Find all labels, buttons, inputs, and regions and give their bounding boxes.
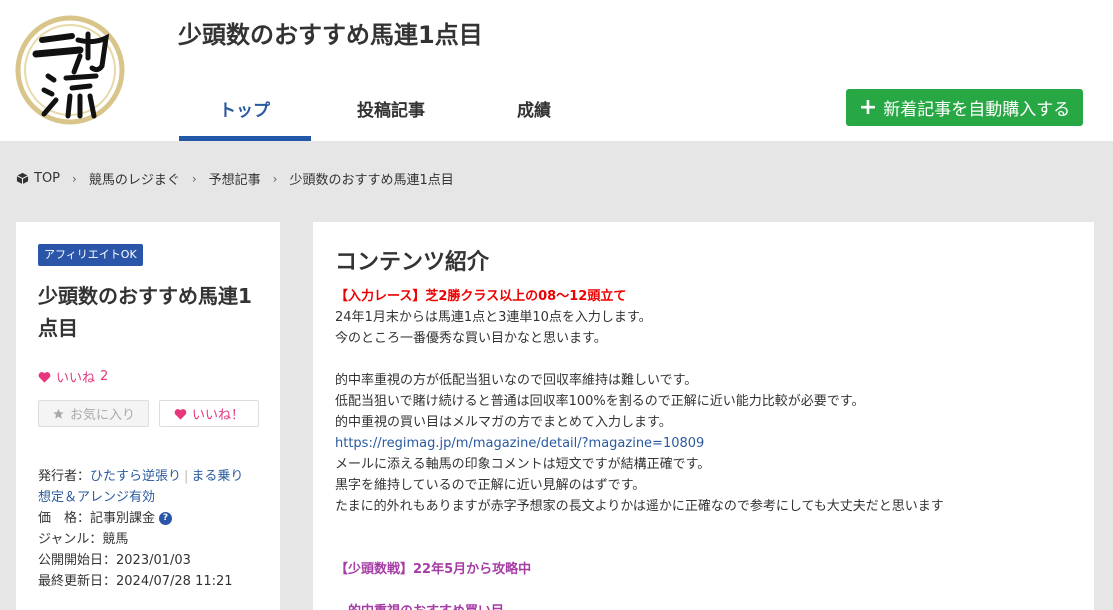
price-value: 記事別課金 [90, 511, 156, 526]
updated-date-row: 最終更新日：2024/07/28 11:21 [38, 571, 274, 592]
help-icon[interactable]: ? [159, 512, 173, 525]
magazine-title: 少頭数のおすすめ馬連1点目 [38, 284, 252, 340]
chevron-right-icon: › [272, 171, 278, 186]
content-line: 的中率重視の方が低配当狙いなので回収率維持は難しいです。 [335, 373, 698, 388]
content-line: 【少頭数戦】22年5月から攻略中 [335, 562, 532, 577]
content-line: 24年1月末からは馬連1点と3連単10点を入力します。 [335, 310, 652, 325]
updated-date-value: 2024/07/28 11:21 [116, 574, 233, 589]
breadcrumb-current: 少頭数のおすすめ馬連1点目 [289, 173, 454, 188]
likes-label: いいね [56, 371, 96, 386]
publisher-link[interactable]: まる乗り [191, 469, 243, 484]
content-panel: コンテンツ紹介 【入力レース】芝2勝クラス以上の08～12頭立て 24年1月末か… [313, 222, 1094, 610]
tab-top[interactable]: トップ [219, 96, 270, 121]
heart-icon [38, 371, 51, 383]
content-line: 的中重視の買い目はメルマガの方でまとめて入力します。 [335, 415, 672, 430]
price-label: 価 格： [38, 511, 91, 526]
publisher-row: 発行者：ひたすら逆張り | まる乗り [38, 466, 274, 487]
chevron-right-icon: › [191, 171, 197, 186]
magazine-meta: 発行者：ひたすら逆張り | まる乗り 想定＆アレンジ有効 価 格：記事別課金? ジャ… [38, 466, 274, 592]
content-line: ―的中重視のおすすめ買い目― [335, 601, 1075, 610]
publisher-link[interactable]: ひたすら逆張り [90, 469, 181, 484]
content-line: メールに添える軸馬の印象コメントは短文ですが結構正確です。 [335, 457, 711, 472]
start-date-row: 公開開始日：2023/01/03 [38, 550, 274, 571]
tab-results[interactable]: 成績 [517, 96, 551, 121]
breadcrumb-keiba[interactable]: 競馬のレジまぐ [89, 169, 180, 188]
active-tab-indicator [179, 136, 311, 141]
publisher-label: 発行者： [38, 469, 91, 484]
affiliate-badge: アフィリエイトOK [38, 244, 143, 266]
likes-count-row: いいね 2 [38, 367, 108, 386]
start-date-label: 公開開始日： [38, 553, 117, 568]
magazine-link[interactable]: https://regimag.jp/m/magazine/detail/?ma… [335, 433, 1075, 454]
publisher-row-cont: 想定＆アレンジ有効 [38, 487, 274, 508]
start-date-value: 2023/01/03 [116, 553, 191, 568]
content-line: 【入力レース】芝2勝クラス以上の08～12頭立て [335, 289, 627, 304]
favorite-button[interactable]: お気に入り [38, 400, 149, 427]
content-line: 黒字を維持しているので正解に近い見解のはずです。 [335, 478, 646, 493]
content-line: 今のところ一番優秀な買い目かなと思います。 [335, 331, 607, 346]
like-button[interactable]: いいね！ [159, 400, 259, 427]
content-body: 【入力レース】芝2勝クラス以上の08～12頭立て 24年1月末からは馬連1点と3… [335, 286, 1075, 610]
breadcrumb-top[interactable]: TOP [34, 171, 60, 186]
content-heading: コンテンツ紹介 [335, 250, 490, 275]
publisher-link[interactable]: 想定＆アレンジ有効 [38, 490, 155, 505]
genre-value: 競馬 [102, 532, 129, 547]
breadcrumb: TOP › 競馬のレジまぐ › 予想記事 › 少頭数のおすすめ馬連1点目 [16, 169, 454, 188]
favorite-label: お気に入り [69, 408, 135, 423]
genre-label: ジャンル： [38, 532, 103, 547]
sidebar: アフィリエイトOK 少頭数のおすすめ馬連1点目 いいね 2 お気に入り いいね！… [16, 222, 280, 610]
content-line: たまに的外れもありますが赤字予想家の長文よりかは遥かに正確なので参考にしても大丈… [335, 499, 944, 514]
brand-logo[interactable] [14, 10, 126, 130]
site-title: 少頭数のおすすめ馬連1点目 [178, 21, 483, 49]
like-label: いいね！ [191, 408, 244, 423]
divider: | [184, 469, 189, 484]
genre-row: ジャンル：競馬 [38, 529, 274, 550]
star-icon [53, 408, 64, 419]
updated-date-label: 最終更新日： [38, 574, 117, 589]
price-row: 価 格：記事別課金? [38, 508, 274, 529]
auto-purchase-label: 新着記事を自動購入する [883, 100, 1071, 120]
site-header: 少頭数のおすすめ馬連1点目 トップ 投稿記事 成績 + 新着記事を自動購入する [0, 0, 1113, 141]
plus-icon: + [858, 94, 878, 120]
cube-icon [16, 172, 29, 185]
tab-posts[interactable]: 投稿記事 [357, 96, 425, 121]
breadcrumb-predictions[interactable]: 予想記事 [209, 169, 261, 188]
content-line: 低配当狙いで賭け続けると普通は回収率100%を割るので正解に近い能力比較が必要で… [335, 394, 865, 409]
chevron-right-icon: › [72, 171, 77, 186]
likes-count: 2 [100, 369, 109, 384]
auto-purchase-button[interactable]: + 新着記事を自動購入する [846, 89, 1083, 126]
heart-icon [174, 408, 187, 420]
